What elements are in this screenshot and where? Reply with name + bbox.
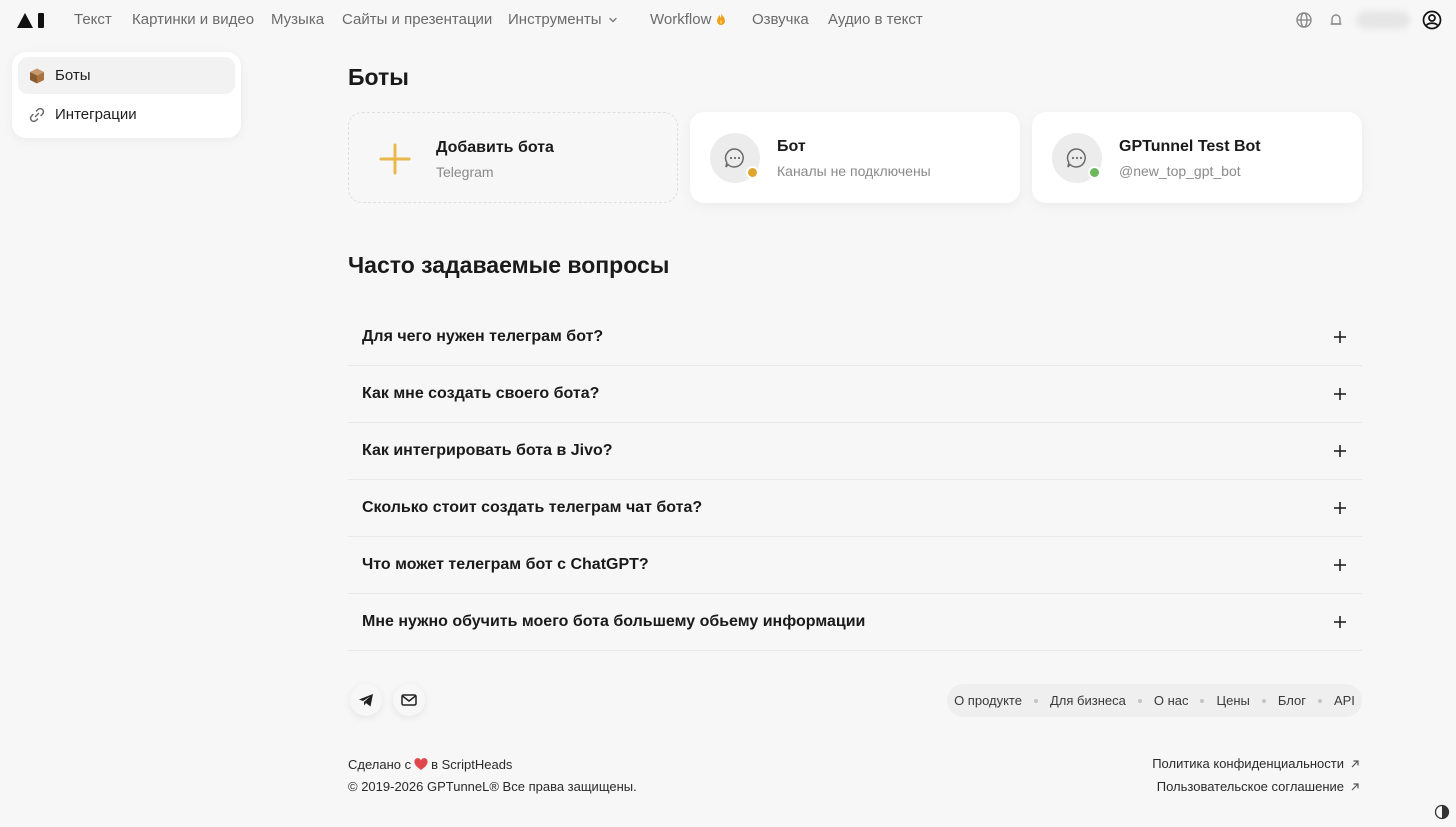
faq-item[interactable]: Для чего нужен телеграм бот?	[348, 309, 1362, 366]
plus-icon	[1334, 616, 1346, 628]
faq-list: Для чего нужен телеграм бот? Как мне соз…	[348, 309, 1362, 651]
faq-title: Часто задаваемые вопросы	[348, 252, 670, 278]
nav-audio-to-text[interactable]: Аудио в текст	[828, 11, 923, 29]
top-navigation: Текст Картинки и видео Музыка Сайты и пр…	[0, 0, 1456, 40]
chevron-down-icon	[608, 17, 617, 23]
card-title: Бот	[777, 138, 806, 155]
sidebar-item-bots[interactable]: Боты	[18, 57, 235, 94]
faq-question: Для чего нужен телеграм бот?	[362, 328, 604, 345]
telegram-icon	[359, 694, 373, 707]
card-title: Добавить бота	[436, 139, 554, 156]
gptunnel-test-bot-card[interactable]: GPTunnel Test Bot @new_top_gpt_bot	[1032, 112, 1362, 203]
faq-item[interactable]: Мне нужно обучить моего бота большему об…	[348, 594, 1362, 651]
user-avatar-icon[interactable]	[1422, 10, 1442, 30]
sidebar: Боты Интеграции	[12, 52, 241, 138]
user-name-blurred[interactable]	[1356, 11, 1410, 29]
plus-icon	[1334, 331, 1346, 343]
card-subtitle: @new_top_gpt_bot	[1119, 163, 1241, 179]
telegram-button[interactable]	[350, 684, 382, 716]
sidebar-item-integrations[interactable]: Интеграции	[18, 96, 235, 133]
nav-voiceover[interactable]: Озвучка	[752, 11, 809, 29]
terms-link[interactable]: Пользовательское соглашение	[1157, 779, 1360, 794]
link-icon	[28, 106, 46, 124]
heart-icon	[414, 758, 428, 770]
footer-link-product[interactable]: О продукте	[954, 693, 1022, 708]
faq-item[interactable]: Как интегрировать бота в Jivo?	[348, 423, 1362, 480]
footer-link-business[interactable]: Для бизнеса	[1050, 693, 1126, 708]
theme-toggle-icon[interactable]	[1434, 804, 1450, 820]
plus-icon	[379, 143, 411, 175]
sidebar-item-label: Интеграции	[55, 106, 137, 123]
nav-music[interactable]: Музыка	[271, 11, 324, 29]
faq-question: Мне нужно обучить моего бота большему об…	[362, 613, 866, 630]
faq-question: Что может телеграм бот с ChatGPT?	[362, 556, 649, 573]
faq-item[interactable]: Сколько стоит создать телеграм чат бота?	[348, 480, 1362, 537]
separator-dot	[1033, 698, 1038, 703]
footer-link-blog[interactable]: Блог	[1278, 693, 1306, 708]
nav-images-video[interactable]: Картинки и видео	[132, 11, 254, 29]
chat-bubble-icon	[724, 148, 744, 168]
email-button[interactable]	[393, 684, 425, 716]
card-subtitle: Telegram	[436, 164, 494, 180]
footer-links: О продукте Для бизнеса О нас Цены Блог A…	[947, 684, 1362, 717]
made-prefix: Сделано с	[348, 757, 412, 772]
globe-icon[interactable]	[1294, 10, 1314, 30]
plus-icon	[1334, 559, 1346, 571]
terms-label: Пользовательское соглашение	[1156, 779, 1344, 794]
arrow-up-right-icon	[1351, 759, 1359, 767]
faq-item[interactable]: Как мне создать своего бота?	[348, 366, 1362, 423]
footer-link-api[interactable]: API	[1334, 693, 1355, 708]
privacy-label: Политика конфиденциальности	[1152, 756, 1344, 771]
separator-dot	[1200, 698, 1205, 703]
plus-icon	[1334, 388, 1346, 400]
separator-dot	[1317, 698, 1322, 703]
faq-item[interactable]: Что может телеграм бот с ChatGPT?	[348, 537, 1362, 594]
privacy-policy-link[interactable]: Политика конфиденциальности	[1152, 756, 1360, 771]
mail-icon	[401, 694, 417, 706]
fire-icon	[717, 13, 726, 25]
add-bot-card[interactable]: Добавить бота Telegram	[348, 112, 678, 203]
box-icon	[28, 67, 46, 85]
plus-icon	[1334, 445, 1346, 457]
faq-question: Как интегрировать бота в Jivo?	[362, 442, 613, 459]
nav-tools[interactable]: Инструменты	[508, 11, 618, 29]
separator-dot	[1261, 698, 1266, 703]
status-dot-pending	[746, 166, 759, 179]
footer-link-about[interactable]: О нас	[1154, 693, 1189, 708]
separator-dot	[1137, 698, 1142, 703]
made-suffix[interactable]: в ScriptHeads	[431, 757, 512, 772]
copyright: © 2019-2026 GPTunneL® Все права защищены…	[348, 779, 637, 794]
nav-workflow-label: Workflow	[650, 11, 712, 28]
logo-icon[interactable]	[16, 10, 46, 30]
arrow-up-right-icon	[1351, 782, 1359, 790]
nav-sites-presentations[interactable]: Сайты и презентации	[342, 11, 492, 29]
bell-icon[interactable]	[1326, 10, 1346, 30]
status-dot-active	[1088, 166, 1101, 179]
card-title: GPTunnel Test Bot	[1119, 138, 1261, 155]
plus-icon	[1334, 502, 1346, 514]
sidebar-item-label: Боты	[55, 67, 91, 84]
footer-link-pricing[interactable]: Цены	[1216, 693, 1249, 708]
made-with-love: Сделано с в ScriptHeads	[348, 757, 512, 772]
page-title: Боты	[348, 64, 409, 90]
nav-tools-label: Инструменты	[508, 11, 602, 28]
faq-question: Сколько стоит создать телеграм чат бота?	[362, 499, 703, 516]
card-subtitle: Каналы не подключены	[777, 163, 931, 179]
nav-workflow[interactable]: Workflow	[650, 11, 727, 29]
faq-question: Как мне создать своего бота?	[362, 385, 600, 402]
nav-text[interactable]: Текст	[74, 11, 112, 29]
bot-card[interactable]: Бот Каналы не подключены	[690, 112, 1020, 203]
chat-bubble-icon	[1066, 148, 1086, 168]
